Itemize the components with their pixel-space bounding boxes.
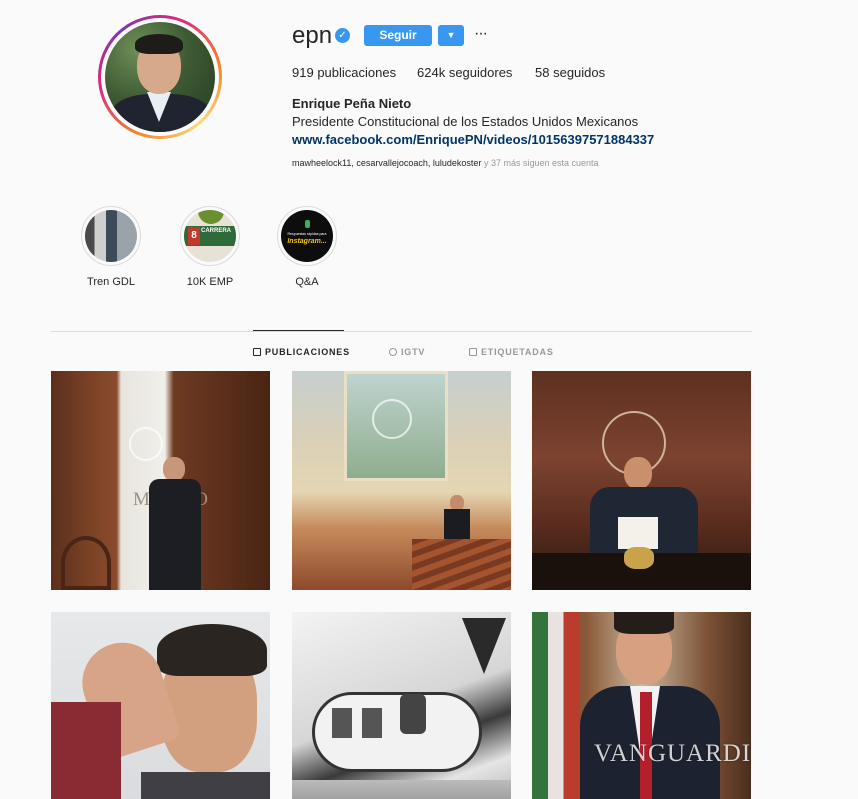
chevron-down-icon[interactable]: ▼	[438, 25, 464, 46]
following-count[interactable]: 58 seguidos	[535, 65, 605, 80]
followed-by[interactable]: mawheelock11, cesarvallejocoach, luludek…	[292, 158, 599, 168]
post-logo-graphic	[462, 618, 506, 674]
followed-by-more: y 37 más siguen esta cuenta	[481, 158, 599, 168]
tab-etiquetadas[interactable]: ETIQUETADAS	[469, 347, 554, 357]
post-thumbnail[interactable]	[292, 612, 511, 799]
profile-avatar[interactable]	[98, 15, 222, 139]
highlight-cover: Respuestas rápidas para Instagram...	[281, 210, 333, 262]
profile-username: epn	[292, 22, 333, 49]
highlight-tren-gdl[interactable]: Tren GDL	[66, 206, 156, 288]
highlight-cover-line2: Instagram...	[287, 238, 327, 245]
tab-label: PUBLICACIONES	[265, 347, 350, 357]
posts-count: 919 publicaciones	[292, 65, 396, 80]
post-thumbnail[interactable]: VANGUARDIA	[532, 612, 751, 799]
followers-number: 624k	[417, 65, 446, 80]
tab-label: IGTV	[401, 347, 426, 357]
tab-label: ETIQUETADAS	[481, 347, 554, 357]
post-thumbnail[interactable]	[292, 371, 511, 590]
followed-by-names[interactable]: mawheelock11, cesarvallejocoach, luludek…	[292, 158, 481, 168]
more-options-icon[interactable]: ···	[474, 24, 488, 44]
post-person-face	[624, 457, 652, 489]
following-label: seguidos	[553, 65, 606, 80]
posts-number: 919	[292, 65, 314, 80]
posts-label: publicaciones	[317, 65, 397, 80]
profile-link[interactable]: www.facebook.com/EnriquePN/videos/101563…	[292, 132, 654, 147]
highlight-bottle-graphic	[305, 220, 310, 228]
highlight-ring	[81, 206, 141, 266]
highlight-10k-emp[interactable]: 8 CARRERA 10K EMP	[165, 206, 255, 288]
avatar-photo	[105, 22, 215, 132]
post-person-suit	[149, 479, 201, 590]
igtv-icon	[389, 348, 397, 356]
post-person-jacket	[141, 772, 270, 799]
follow-button[interactable]: Seguir	[364, 25, 432, 46]
highlight-cover: 8 CARRERA	[184, 210, 236, 262]
grid-icon	[253, 348, 261, 356]
verified-check-icon: ✓	[335, 28, 350, 43]
tagged-icon	[469, 348, 477, 356]
post-seal-graphic	[129, 427, 163, 461]
post-person-face	[163, 457, 185, 481]
post-ground-graphic	[292, 780, 511, 799]
highlight-ring: 8 CARRERA	[180, 206, 240, 266]
highlight-sun-graphic	[198, 210, 224, 224]
post-helicopter-window	[362, 708, 382, 738]
post-flag-graphic	[532, 612, 580, 799]
post-stairs-graphic	[412, 539, 511, 590]
highlight-label: Tren GDL	[87, 276, 135, 288]
followers-label: seguidores	[448, 65, 513, 80]
post-desk-ornament-graphic	[624, 547, 654, 569]
tab-igtv[interactable]: IGTV	[389, 347, 425, 357]
post-door-handle-graphic	[61, 536, 111, 590]
post-watermark-text: VANGUARDIA	[594, 740, 751, 767]
highlight-cover	[85, 210, 137, 262]
tabs-divider	[51, 331, 752, 332]
highlight-cover-line1: Respuestas rápidas para	[287, 232, 327, 236]
followers-count[interactable]: 624k seguidores	[417, 65, 512, 80]
highlight-label: 10K EMP	[186, 276, 234, 288]
avatar-hair	[135, 34, 183, 54]
post-seal-graphic	[372, 399, 412, 439]
post-thumbnail[interactable]	[51, 612, 270, 799]
post-person-hair	[614, 612, 674, 634]
post-thumbnail[interactable]: MEXICO	[51, 371, 270, 590]
profile-bio: Presidente Constitucional de los Estados…	[292, 114, 639, 129]
post-helicopter-window	[400, 694, 426, 734]
post-person-hair	[157, 624, 267, 676]
avatar-border	[101, 18, 219, 136]
highlight-badge-text: CARRERA	[201, 228, 231, 234]
post-document-graphic	[618, 517, 658, 549]
active-tab-indicator	[253, 330, 344, 331]
profile-full-name: Enrique Peña Nieto	[292, 96, 412, 111]
highlight-ring: Respuestas rápidas para Instagram...	[277, 206, 337, 266]
highlight-badge-number: 8	[188, 227, 200, 245]
tab-publicaciones[interactable]: PUBLICACIONES	[253, 347, 350, 357]
highlight-label: Q&A	[295, 276, 319, 288]
post-helicopter-window	[332, 708, 352, 738]
post-person-arm	[51, 702, 121, 799]
following-number: 58	[535, 65, 550, 80]
post-thumbnail[interactable]	[532, 371, 751, 590]
highlight-qa[interactable]: Respuestas rápidas para Instagram... Q&A	[262, 206, 352, 288]
